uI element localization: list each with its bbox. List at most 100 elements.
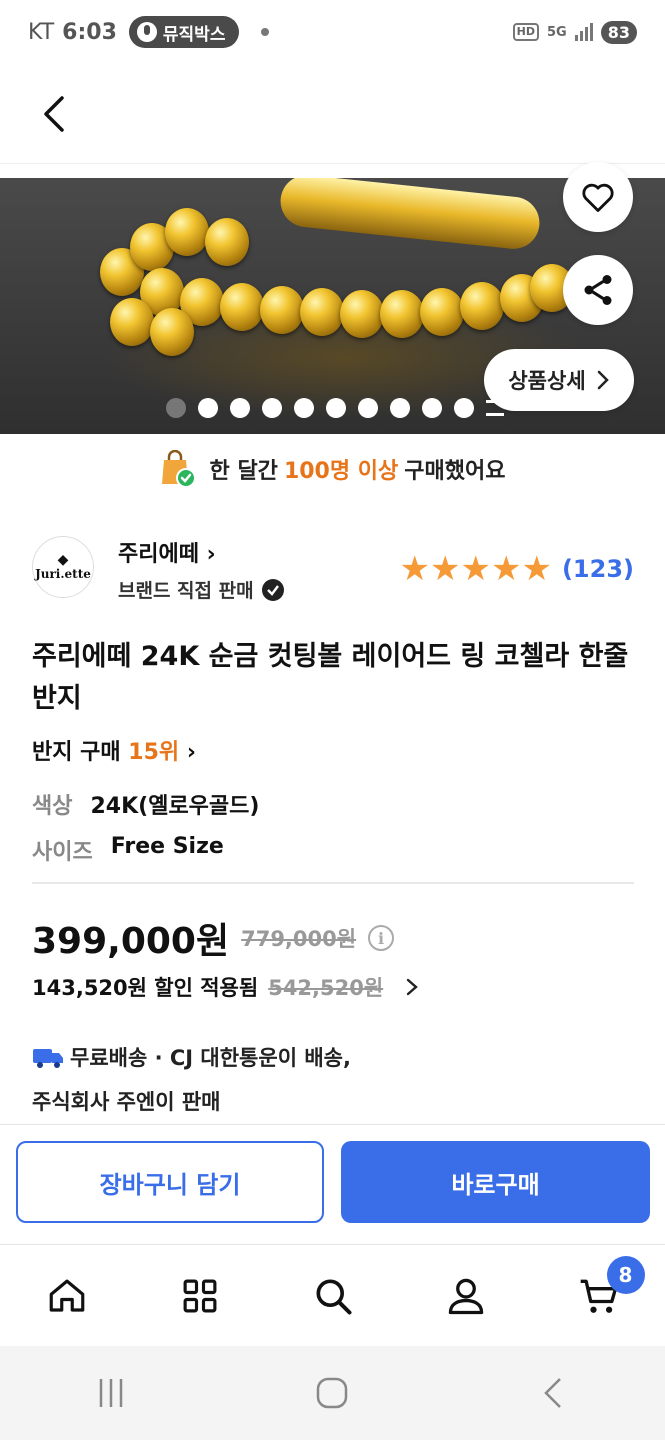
seller-logo-text: Juri.ette (35, 567, 91, 581)
carousel-dot (422, 398, 442, 418)
carousel-dot (198, 398, 218, 418)
discount-text: 143,520원 할인 적용됨 (32, 976, 259, 1000)
rank-label: 반지 구매 (32, 740, 121, 765)
nav-search[interactable] (303, 1266, 363, 1326)
search-icon (316, 1279, 352, 1315)
action-bar: 장바구니 담기 바로구매 (0, 1124, 665, 1242)
nav-my-page[interactable] (436, 1266, 496, 1326)
carousel-dot (166, 398, 186, 418)
notice-suffix: 구매했어요 (404, 459, 506, 484)
sale-price: 399,000원 (32, 921, 230, 962)
chevron-right-icon: › (206, 542, 216, 567)
recent-apps-icon[interactable] (93, 1375, 129, 1411)
purchase-notice: 한 달간 100명 이상 구매했어요 (0, 446, 665, 492)
star-icon: ★ (521, 549, 552, 589)
carousel-dot (358, 398, 378, 418)
chevron-right-icon: › (186, 740, 196, 765)
option-value: Free Size (110, 834, 224, 859)
back-nav-icon[interactable] (536, 1375, 572, 1411)
wishlist-button[interactable] (563, 162, 633, 232)
signal-icon (574, 23, 593, 41)
option-key: 사이즈 (32, 840, 93, 865)
hd-icon: HD (512, 23, 540, 41)
chevron-left-icon (44, 96, 64, 132)
seller-name: 주리에떼 (118, 542, 199, 567)
nav-category[interactable] (170, 1266, 230, 1326)
nav-home[interactable] (37, 1266, 97, 1326)
network-type-icon: 5G (547, 24, 567, 40)
carousel-dot (294, 398, 314, 418)
home-button-icon[interactable] (314, 1375, 350, 1411)
carousel-dot (390, 398, 410, 418)
product-title: 주리에떼 24K 순금 컷팅볼 레이어드 링 코첼라 한줄 반지 (32, 641, 629, 714)
info-icon[interactable]: i (368, 925, 395, 951)
battery-icon: 83 (600, 20, 637, 44)
product-detail-label: 상품상세 (508, 369, 586, 393)
seller-subtitle: 브랜드 직접 판매 (118, 576, 284, 603)
bottom-nav: 8 (0, 1244, 665, 1346)
heart-icon (582, 183, 614, 212)
discount-original-price: 542,520원 (268, 976, 384, 1000)
shopping-bag-icon (161, 450, 194, 488)
carousel-dot (262, 398, 282, 418)
back-button[interactable] (32, 92, 76, 136)
rank-link[interactable]: 반지 구매 15위 › (32, 734, 196, 766)
option-size: 사이즈 Free Size (32, 834, 224, 866)
buy-now-button[interactable]: 바로구매 (341, 1141, 650, 1223)
add-to-cart-button[interactable]: 장바구니 담기 (16, 1141, 324, 1223)
star-rating: ★★★★★ (400, 552, 552, 586)
cart-badge: 8 (606, 1255, 645, 1294)
music-pill-label: 뮤직박스 (162, 24, 226, 45)
verified-icon (261, 578, 284, 601)
share-button[interactable] (563, 255, 633, 325)
product-detail-button[interactable]: 상품상세 (484, 349, 634, 411)
carrier-label: KT (28, 19, 55, 45)
carousel-dot (326, 398, 346, 418)
status-bar: KT 6:03 뮤직박스 HD 5G 83 (0, 0, 665, 64)
carousel-dot (230, 398, 250, 418)
truck-icon (33, 1049, 63, 1068)
seller-logo[interactable]: ◆ Juri.ette (32, 536, 94, 598)
star-icon: ★ (399, 549, 431, 589)
chevron-right-icon (597, 370, 609, 390)
notice-highlight: 100명 이상 (283, 459, 399, 484)
clock: 6:03 (62, 19, 117, 45)
carousel-dot (454, 398, 474, 418)
shipping-info: 무료배송 · CJ 대한통운이 배송, 주식회사 주엔이 판매 (32, 1036, 632, 1124)
review-count: (123) (561, 555, 634, 583)
price-row: 399,000원 779,000원 i (32, 912, 395, 964)
notice-prefix: 한 달간 (209, 459, 278, 484)
diamond-icon: ◆ (57, 552, 69, 568)
seller-subtitle-label: 브랜드 직접 판매 (118, 580, 254, 602)
mic-icon (136, 22, 157, 42)
more-images-icon (486, 400, 504, 416)
product-image (277, 178, 543, 252)
star-icon: ★ (430, 549, 461, 589)
seller-row: ◆ Juri.ette 주리에떼 › 브랜드 직접 판매 ★★★★★ (123) (32, 536, 634, 604)
shipping-line2: 주식회사 주엔이 판매 (32, 1090, 221, 1114)
share-icon (584, 275, 612, 305)
home-icon (49, 1279, 84, 1312)
original-price: 779,000원 (241, 927, 357, 951)
option-value: 24K(옐로우골드) (90, 794, 260, 819)
option-color: 색상 24K(옐로우골드) (32, 788, 259, 820)
nav-cart[interactable]: 8 (569, 1255, 645, 1326)
star-icon: ★ (460, 549, 491, 589)
seller-name-link[interactable]: 주리에떼 › (118, 536, 216, 568)
star-icon: ★ (490, 549, 522, 589)
music-pill[interactable]: 뮤직박스 (128, 16, 240, 48)
carousel-indicator (166, 398, 504, 418)
notification-dot (261, 28, 270, 36)
status-icons: HD 5G 83 (512, 20, 637, 44)
chevron-right-icon (406, 978, 418, 996)
divider (32, 882, 634, 884)
category-icon (183, 1279, 216, 1312)
rating[interactable]: ★★★★★ (123) (400, 552, 634, 586)
discount-row[interactable]: 143,520원 할인 적용됨 542,520원 (32, 972, 423, 1002)
system-nav (0, 1346, 665, 1440)
rank-value: 15위 (128, 740, 180, 765)
shipping-line1: 무료배송 · CJ 대한통운이 배송, (70, 1046, 351, 1070)
user-icon (448, 1278, 483, 1314)
option-key: 색상 (32, 794, 73, 819)
app-header (0, 64, 665, 164)
